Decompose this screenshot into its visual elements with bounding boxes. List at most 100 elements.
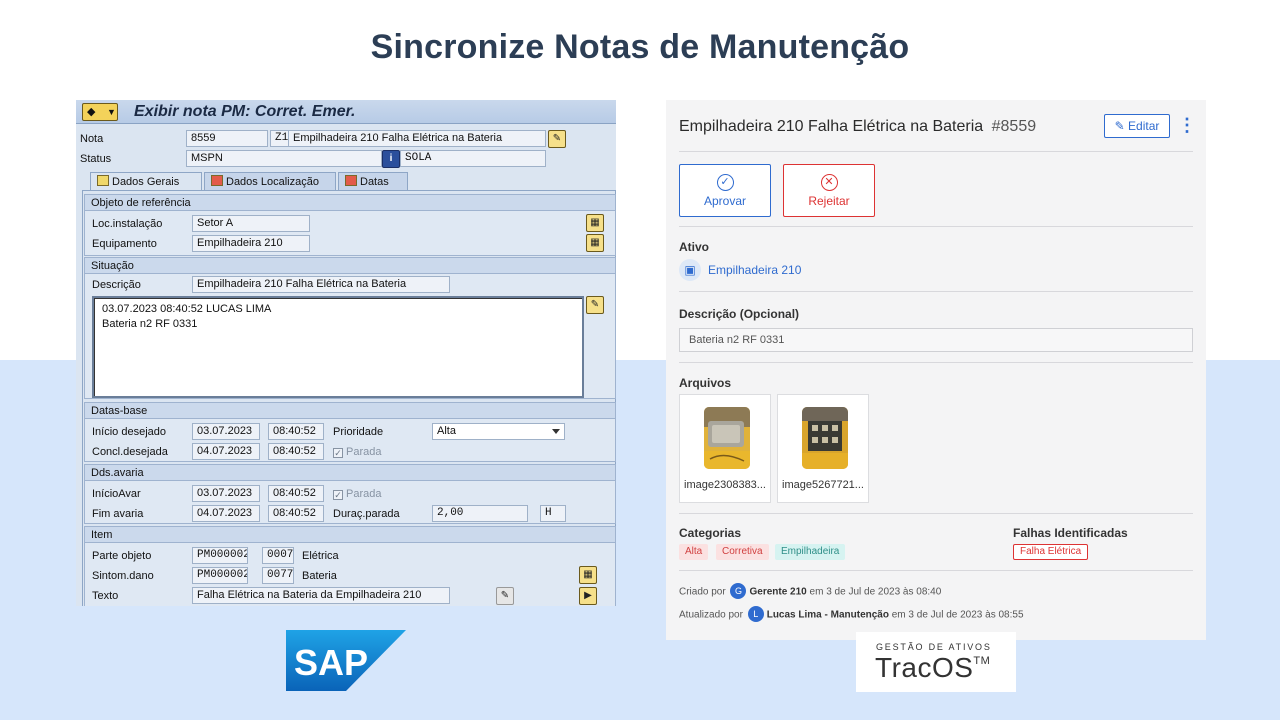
updated-by-line: Atualizado por L Lucas Lima - Manutenção … (679, 606, 1024, 624)
durac-label: Duraç.parada (333, 508, 400, 520)
tracos-logo-wordmark: TracOSTM (875, 652, 990, 684)
parte-num-field[interactable]: 0007 (262, 547, 294, 564)
edit-text-icon[interactable]: ✎ (586, 296, 604, 314)
checkbox-label: Parada (346, 488, 382, 500)
descricao-input[interactable]: Bateria n2 RF 0331 (679, 328, 1193, 352)
prioridade-label: Prioridade (333, 426, 384, 438)
tab-datas[interactable]: Datas (338, 172, 408, 190)
more-options-icon[interactable]: ⋮ (1178, 114, 1196, 138)
building-icon (211, 175, 223, 186)
parte-text: Elétrica (302, 550, 339, 562)
sap-logo-text: SAP (294, 642, 368, 683)
long-text-line: 03.07.2023 08:40:52 LUCAS LIMA (102, 303, 272, 315)
tab-label: Datas (360, 176, 389, 188)
descricao-label: Descrição (Opcional) (679, 307, 800, 321)
chevron-down-icon (552, 429, 560, 434)
long-text-icon[interactable]: ✎ (496, 587, 514, 605)
created-date: em 3 de Jul de 2023 às 08:40 (809, 586, 942, 598)
group-title: Datas-base (85, 403, 615, 419)
edit-label: Editar (1128, 119, 1160, 133)
page-title: Sincronize Notas de Manutenção (370, 28, 910, 66)
x-circle-icon: ✕ (820, 174, 838, 191)
long-text-line: Bateria n2 RF 0331 (102, 318, 198, 330)
divider (679, 226, 1193, 227)
equipamento-field[interactable]: Empilhadeira 210 (192, 235, 310, 252)
category-tag: Corretiva (716, 544, 769, 560)
pencil-icon: ✎ (1114, 119, 1125, 133)
checkbox-label: Parada (346, 446, 382, 458)
table-icon[interactable]: ▦ (579, 566, 597, 584)
nota-description-field[interactable]: Empilhadeira 210 Falha Elétrica na Bater… (288, 130, 546, 147)
concl-date-field[interactable]: 04.07.2023 (192, 443, 260, 460)
texto-field[interactable]: Falha Elétrica na Bateria da Empilhadeir… (192, 587, 450, 604)
parte-label: Parte objeto (92, 550, 152, 562)
nota-number-field[interactable]: 8559 (186, 130, 268, 147)
image-thumbnail (802, 407, 848, 469)
updated-user: Lucas Lima - Manutenção (766, 609, 889, 621)
calendar-icon (345, 175, 357, 186)
user-status-field[interactable]: SOLA (400, 150, 546, 167)
sintom-text: Bateria (302, 570, 337, 582)
texto-label: Texto (92, 590, 119, 602)
tab-dados-localizacao[interactable]: Dados Localização (204, 172, 336, 190)
parada-checkbox[interactable]: ✓ Parada (333, 446, 381, 458)
status-field[interactable]: MSPN (186, 150, 382, 167)
duracao-field[interactable]: 2,00 (432, 505, 528, 522)
tracos-logo-subtitle: GESTÃO DE ATIVOS (876, 642, 992, 652)
failure-tag: Falha Elétrica (1013, 544, 1089, 560)
parte-code-field[interactable]: PM000002 (192, 547, 248, 564)
tab-label: Dados Localização (226, 176, 319, 188)
sap-logo: SAP (286, 630, 406, 691)
duracao-unit-field[interactable]: H (540, 505, 566, 522)
updated-date: em 3 de Jul de 2023 às 08:55 (891, 609, 1024, 621)
loc-instalacao-field[interactable]: Setor A (192, 215, 310, 232)
descricao-field[interactable]: Empilhadeira 210 Falha Elétrica na Bater… (192, 276, 450, 293)
edit-button[interactable]: ✎ Editar (1104, 114, 1170, 138)
request-title: Empilhadeira 210 Falha Elétrica na Bater… (679, 118, 1036, 136)
created-prefix: Criado por (679, 586, 726, 598)
parada-avaria-checkbox[interactable]: ✓ Parada (333, 488, 381, 500)
concl-time-field[interactable]: 08:40:52 (268, 443, 324, 460)
sap-menu-icon[interactable]: ◆ ▼ (82, 103, 118, 121)
reject-button[interactable]: ✕ Rejeitar (783, 164, 875, 217)
sintom-num-field[interactable]: 0077 (262, 567, 294, 584)
divider (679, 151, 1193, 152)
reject-label: Rejeitar (808, 194, 850, 208)
approve-button[interactable]: ✓ Aprovar (679, 164, 771, 217)
tracos-request-panel: Empilhadeira 210 Falha Elétrica na Bater… (666, 100, 1206, 640)
tab-dados-gerais[interactable]: Dados Gerais (90, 172, 202, 190)
approve-label: Aprovar (703, 194, 747, 208)
long-text-area[interactable]: 03.07.2023 08:40:52 LUCAS LIMA Bateria n… (92, 296, 584, 398)
status-label: Status (80, 153, 112, 165)
arquivos-label: Arquivos (679, 376, 732, 390)
structure-icon[interactable]: ▦ (586, 234, 604, 252)
category-tag: Empilhadeira (775, 544, 846, 560)
file-attachment[interactable]: image5267721... (777, 394, 869, 503)
equip-label: Equipamento (92, 238, 157, 250)
file-name: image5267721... (782, 479, 864, 491)
fim-date-field[interactable]: 04.07.2023 (192, 505, 260, 522)
hierarchy-icon[interactable]: ▦ (586, 214, 604, 232)
prioridade-dropdown[interactable]: Alta (432, 423, 565, 440)
inicio-time-field[interactable]: 08:40:52 (268, 423, 324, 440)
group-title: Situação (85, 258, 615, 274)
edit-longtext-icon[interactable]: ✎ (548, 130, 566, 148)
trademark-mark: TM (973, 655, 991, 667)
group-title: Item (85, 527, 615, 543)
checkmark-icon: ✓ (333, 448, 343, 458)
divider (679, 362, 1193, 363)
fim-time-field[interactable]: 08:40:52 (268, 505, 324, 522)
file-attachment[interactable]: image2308383... (679, 394, 771, 503)
nota-type-field[interactable]: Z1 (270, 130, 290, 147)
sintom-code-field[interactable]: PM000002 (192, 567, 248, 584)
play-arrow-icon[interactable]: ▶ (579, 587, 597, 605)
created-by-line: Criado por G Gerente 210 em 3 de Jul de 2… (679, 583, 941, 601)
fim-label: Fim avaria (92, 508, 144, 520)
info-icon[interactable]: i (382, 150, 400, 168)
inicioavar-time-field[interactable]: 08:40:52 (268, 485, 324, 502)
sap-window-title: Exibir nota PM: Corret. Emer. (134, 103, 356, 120)
inicio-date-field[interactable]: 03.07.2023 (192, 423, 260, 440)
falhas-label: Falhas Identificadas (1013, 526, 1128, 540)
inicioavar-date-field[interactable]: 03.07.2023 (192, 485, 260, 502)
document-icon (97, 175, 109, 186)
